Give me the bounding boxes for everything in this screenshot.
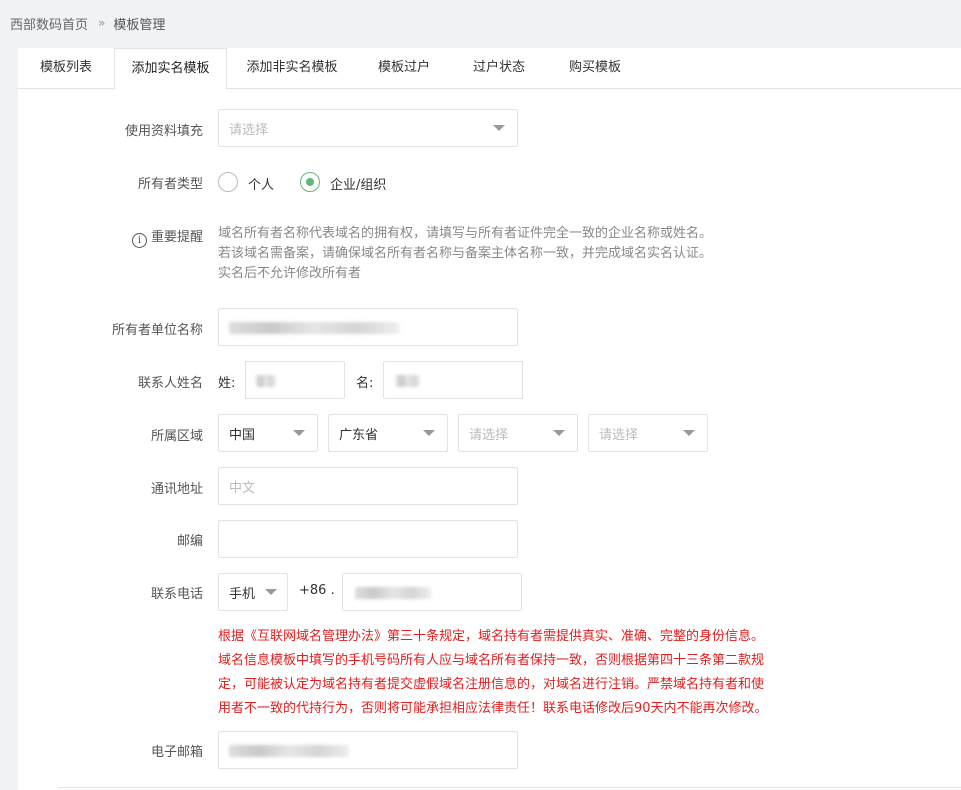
email-label: 电子邮箱	[150, 745, 203, 760]
tab-add-non-realname-template[interactable]: 添加非实名模板	[227, 48, 357, 89]
country-code: +86 .	[299, 583, 335, 598]
chevron-down-icon	[265, 589, 277, 595]
zip-input[interactable]	[218, 520, 518, 558]
breadcrumb-current: 模板管理	[113, 17, 166, 33]
phone-warning-line: 根据《互联网域名管理办法》第三十条规定，域名持有者需提供真实、准确、完整的身份信…	[218, 629, 765, 644]
tab-buy-template[interactable]: 购买模板	[547, 48, 643, 89]
phone-type-value: 手机	[229, 586, 256, 602]
owner-type-label: 所有者类型	[137, 177, 203, 192]
surname-input[interactable]	[245, 361, 345, 399]
region-label: 所属区域	[150, 429, 203, 444]
address-input[interactable]: 中文	[218, 467, 518, 505]
address-label: 通讯地址	[150, 482, 203, 497]
tab-bar: 模板列表 添加实名模板 添加非实名模板 模板过户 过户状态 购买模板	[18, 48, 961, 90]
notice-line: 域名所有者名称代表域名的拥有权，请填写与所有者证件完全一致的企业名称或姓名。	[218, 226, 713, 241]
tab-transfer-status[interactable]: 过户状态	[451, 48, 547, 89]
org-name-label: 所有者单位名称	[111, 323, 203, 338]
zip-label: 邮编	[176, 534, 203, 549]
notice-label-text: 重要提醒	[150, 230, 203, 245]
country-value: 中国	[229, 427, 256, 443]
phone-warning-line: 用者不一致的代持行为，否则将可能承担相应法律责任！联系电话修改后90天内不能再次…	[218, 701, 768, 716]
chevron-down-icon	[423, 430, 435, 436]
breadcrumb-home-link[interactable]: 西部数码首页	[10, 14, 88, 33]
redacted-value	[355, 587, 431, 599]
district-select[interactable]: 请选择	[588, 414, 708, 452]
tab-add-realname-template[interactable]: 添加实名模板	[114, 48, 227, 90]
country-select[interactable]: 中国	[218, 414, 318, 452]
given-name-prefix: 名:	[356, 376, 374, 391]
tab-template-list[interactable]: 模板列表	[18, 48, 114, 89]
province-value: 广东省	[339, 427, 379, 443]
redacted-value	[396, 375, 420, 387]
org-name-input[interactable]	[218, 308, 518, 346]
owner-type-personal-label[interactable]: 个人	[248, 174, 274, 193]
city-placeholder: 请选择	[469, 427, 509, 443]
info-icon: i	[131, 233, 147, 248]
notice-line: 实名后不允许修改所有者	[218, 266, 362, 281]
fill-from-placeholder: 请选择	[229, 122, 269, 138]
chevron-down-icon	[293, 430, 305, 436]
breadcrumb: 西部数码首页 » 模板管理	[10, 14, 166, 33]
phone-warning-line: 域名信息模板中填写的手机号码所有人应与域名所有者保持一致，否则根据第四十三条第二…	[218, 653, 765, 668]
notice-text: 域名所有者名称代表域名的拥有权，请填写与所有者证件完全一致的企业名称或姓名。 若…	[218, 224, 818, 284]
fill-from-select[interactable]: 请选择	[218, 109, 518, 147]
chevron-down-icon	[493, 125, 505, 131]
redacted-value	[229, 745, 349, 757]
divider	[58, 787, 961, 788]
phone-warning: 根据《互联网域名管理办法》第三十条规定，域名持有者需提供真实、准确、完整的身份信…	[218, 625, 828, 721]
city-select[interactable]: 请选择	[458, 414, 578, 452]
address-placeholder: 中文	[229, 480, 256, 496]
surname-prefix: 姓:	[218, 376, 236, 391]
district-placeholder: 请选择	[599, 427, 639, 443]
redacted-value	[256, 375, 276, 387]
phone-label: 联系电话	[150, 587, 203, 602]
given-name-input[interactable]	[383, 361, 523, 399]
tab-template-transfer[interactable]: 模板过户	[357, 48, 451, 89]
redacted-value	[229, 322, 399, 334]
breadcrumb-separator-icon: »	[98, 16, 106, 30]
phone-type-select[interactable]: 手机	[218, 573, 288, 611]
phone-input[interactable]	[342, 573, 522, 611]
chevron-down-icon	[553, 430, 565, 436]
province-select[interactable]: 广东省	[328, 414, 448, 452]
owner-type-personal-radio[interactable]	[218, 172, 238, 192]
phone-warning-line: 定，可能被认定为域名持有者提交虚假域名注册信息的，对域名进行注销。严禁域名持有者…	[218, 677, 765, 692]
owner-type-org-radio[interactable]	[300, 172, 320, 192]
chevron-down-icon	[683, 430, 695, 436]
owner-type-org-label[interactable]: 企业/组织	[330, 174, 386, 193]
email-input[interactable]	[218, 731, 518, 769]
fill-from-label: 使用资料填充	[124, 124, 203, 139]
contact-name-label: 联系人姓名	[137, 376, 203, 391]
notice-label: i 重要提醒	[18, 226, 203, 248]
content-panel: 模板列表 添加实名模板 添加非实名模板 模板过户 过户状态 购买模板 使用资料填…	[18, 48, 961, 790]
notice-line: 若该域名需备案，请确保域名所有者名称与备案主体名称一致，并完成域名实名认证。	[218, 246, 713, 261]
